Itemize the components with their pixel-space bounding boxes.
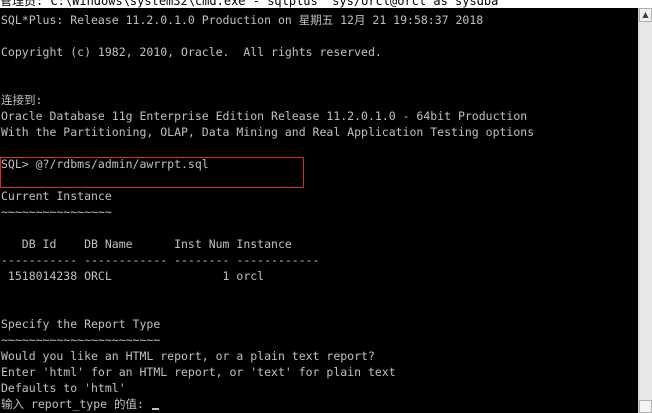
title-bar[interactable]: 管理员: C:\Windows\system32\cmd.exe - sqlpl…: [0, 0, 652, 8]
scroll-up-arrow-icon[interactable]: ▲: [639, 8, 652, 22]
text-cursor: [151, 408, 159, 410]
console-line: 连接到:: [1, 93, 43, 107]
input-prompt: 输入 report_type 的值:: [1, 397, 151, 411]
console-line: ~~~~~~~~~~~~~~~~~~~~~~~: [1, 333, 161, 347]
console-line: Oracle Database 11g Enterprise Edition R…: [1, 109, 528, 123]
cmd-window: 管理员: C:\Windows\system32\cmd.exe - sqlpl…: [0, 0, 652, 413]
table-row: 1518014238 ORCL 1 orcl: [1, 269, 265, 283]
table-divider: ----------- ------------ -------- ------…: [1, 253, 320, 267]
console-line: With the Partitioning, OLAP, Data Mining…: [1, 125, 535, 139]
console-line: Would you like an HTML report, or a plai…: [1, 349, 375, 363]
console-line: Current Instance: [1, 189, 112, 203]
console-line: Defaults to 'html': [1, 381, 126, 395]
window-title: 管理员: C:\Windows\system32\cmd.exe - sqlpl…: [0, 0, 499, 8]
console-line: SQL*Plus: Release 11.2.0.1.0 Production …: [1, 13, 484, 27]
highlight-box: [0, 157, 304, 188]
console-line: Enter 'html' for an HTML report, or 'tex…: [1, 365, 396, 379]
console-output[interactable]: SQL*Plus: Release 11.2.0.1.0 Production …: [0, 8, 638, 413]
console-line: Specify the Report Type: [1, 317, 161, 331]
console-line: ~~~~~~~~~~~~~~~~: [1, 205, 112, 219]
input-prompt-line[interactable]: 输入 report_type 的值:: [1, 396, 159, 412]
console-line: Copyright (c) 1982, 2010, Oracle. All ri…: [1, 45, 382, 59]
table-header: DB Id DB Name Inst Num Instance: [1, 237, 292, 251]
vertical-scrollbar[interactable]: ▲: [638, 8, 652, 413]
scroll-thumb[interactable]: [639, 400, 652, 413]
